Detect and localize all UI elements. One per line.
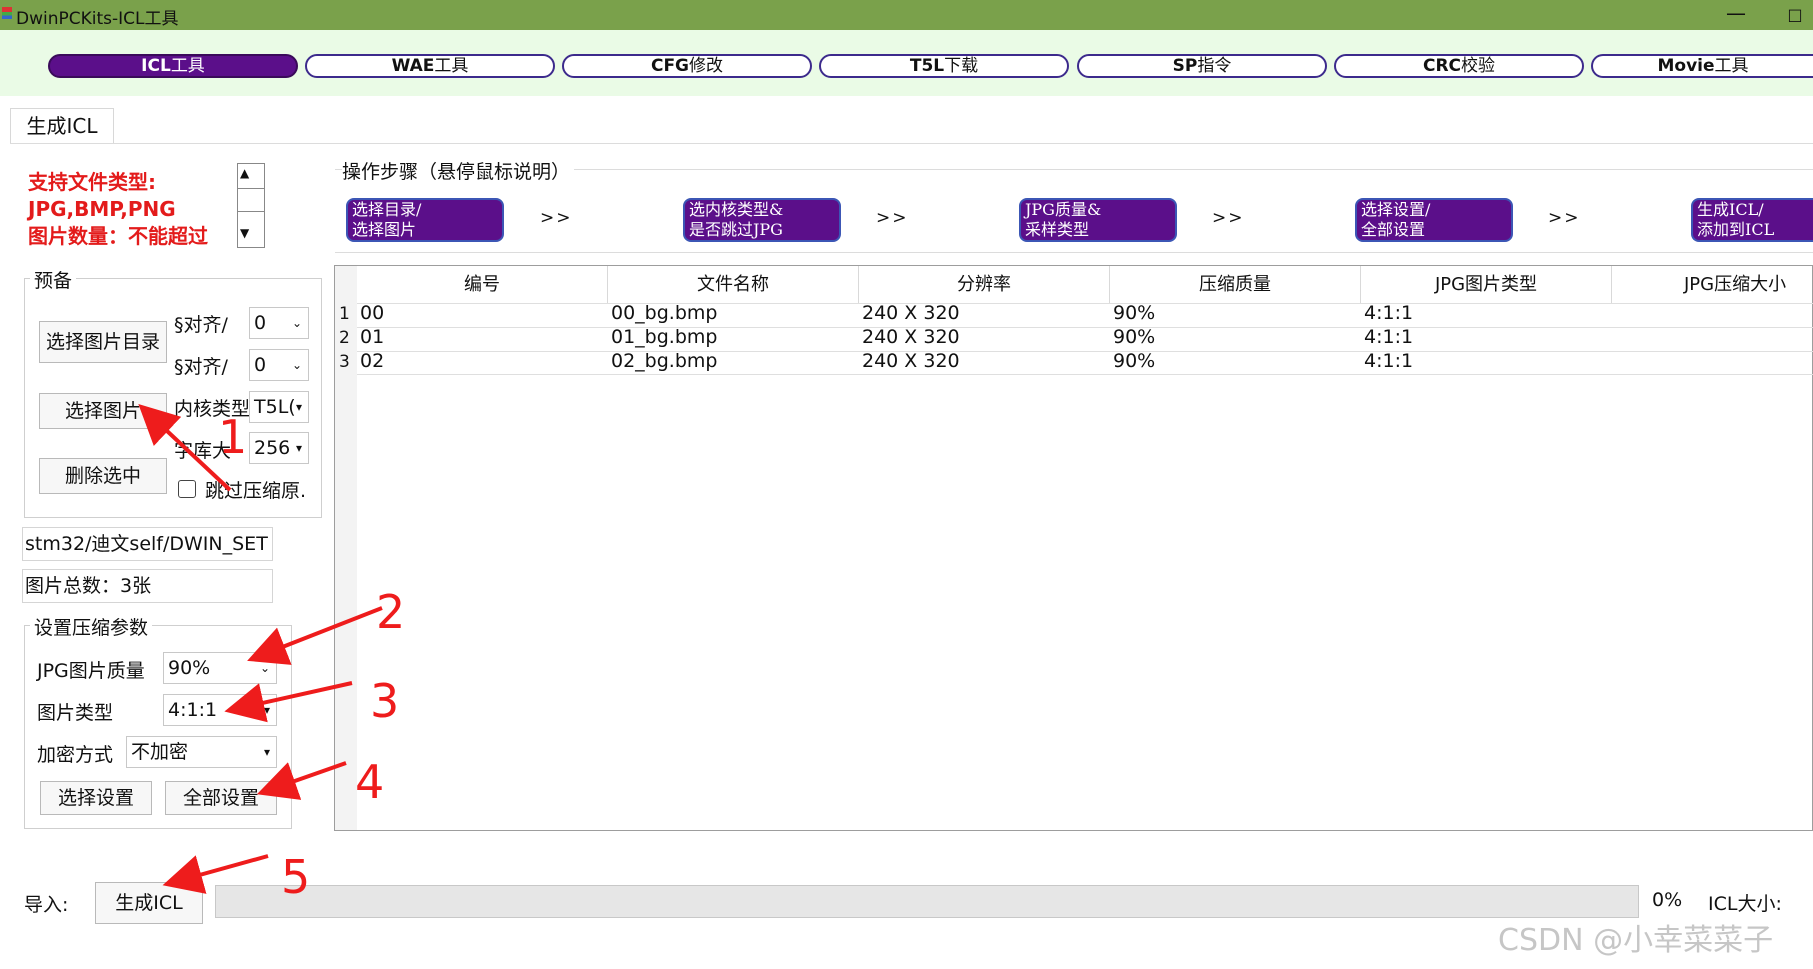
annotation-arrow-4 <box>256 761 347 800</box>
annotation-arrow-3 <box>224 681 353 723</box>
annotation-arrow-5 <box>162 854 269 894</box>
annotation-number-3: 3 <box>370 674 400 728</box>
csdn-watermark: CSDN @小幸菜菜子 <box>1498 923 1774 958</box>
annotation-number-5: 5 <box>281 850 311 904</box>
annotation-layer <box>138 404 383 894</box>
annotation-arrow-2 <box>247 606 383 665</box>
annotation-number-1: 1 <box>218 410 248 464</box>
annotation-number-4: 4 <box>355 755 385 809</box>
annotation-number-2: 2 <box>376 585 406 639</box>
